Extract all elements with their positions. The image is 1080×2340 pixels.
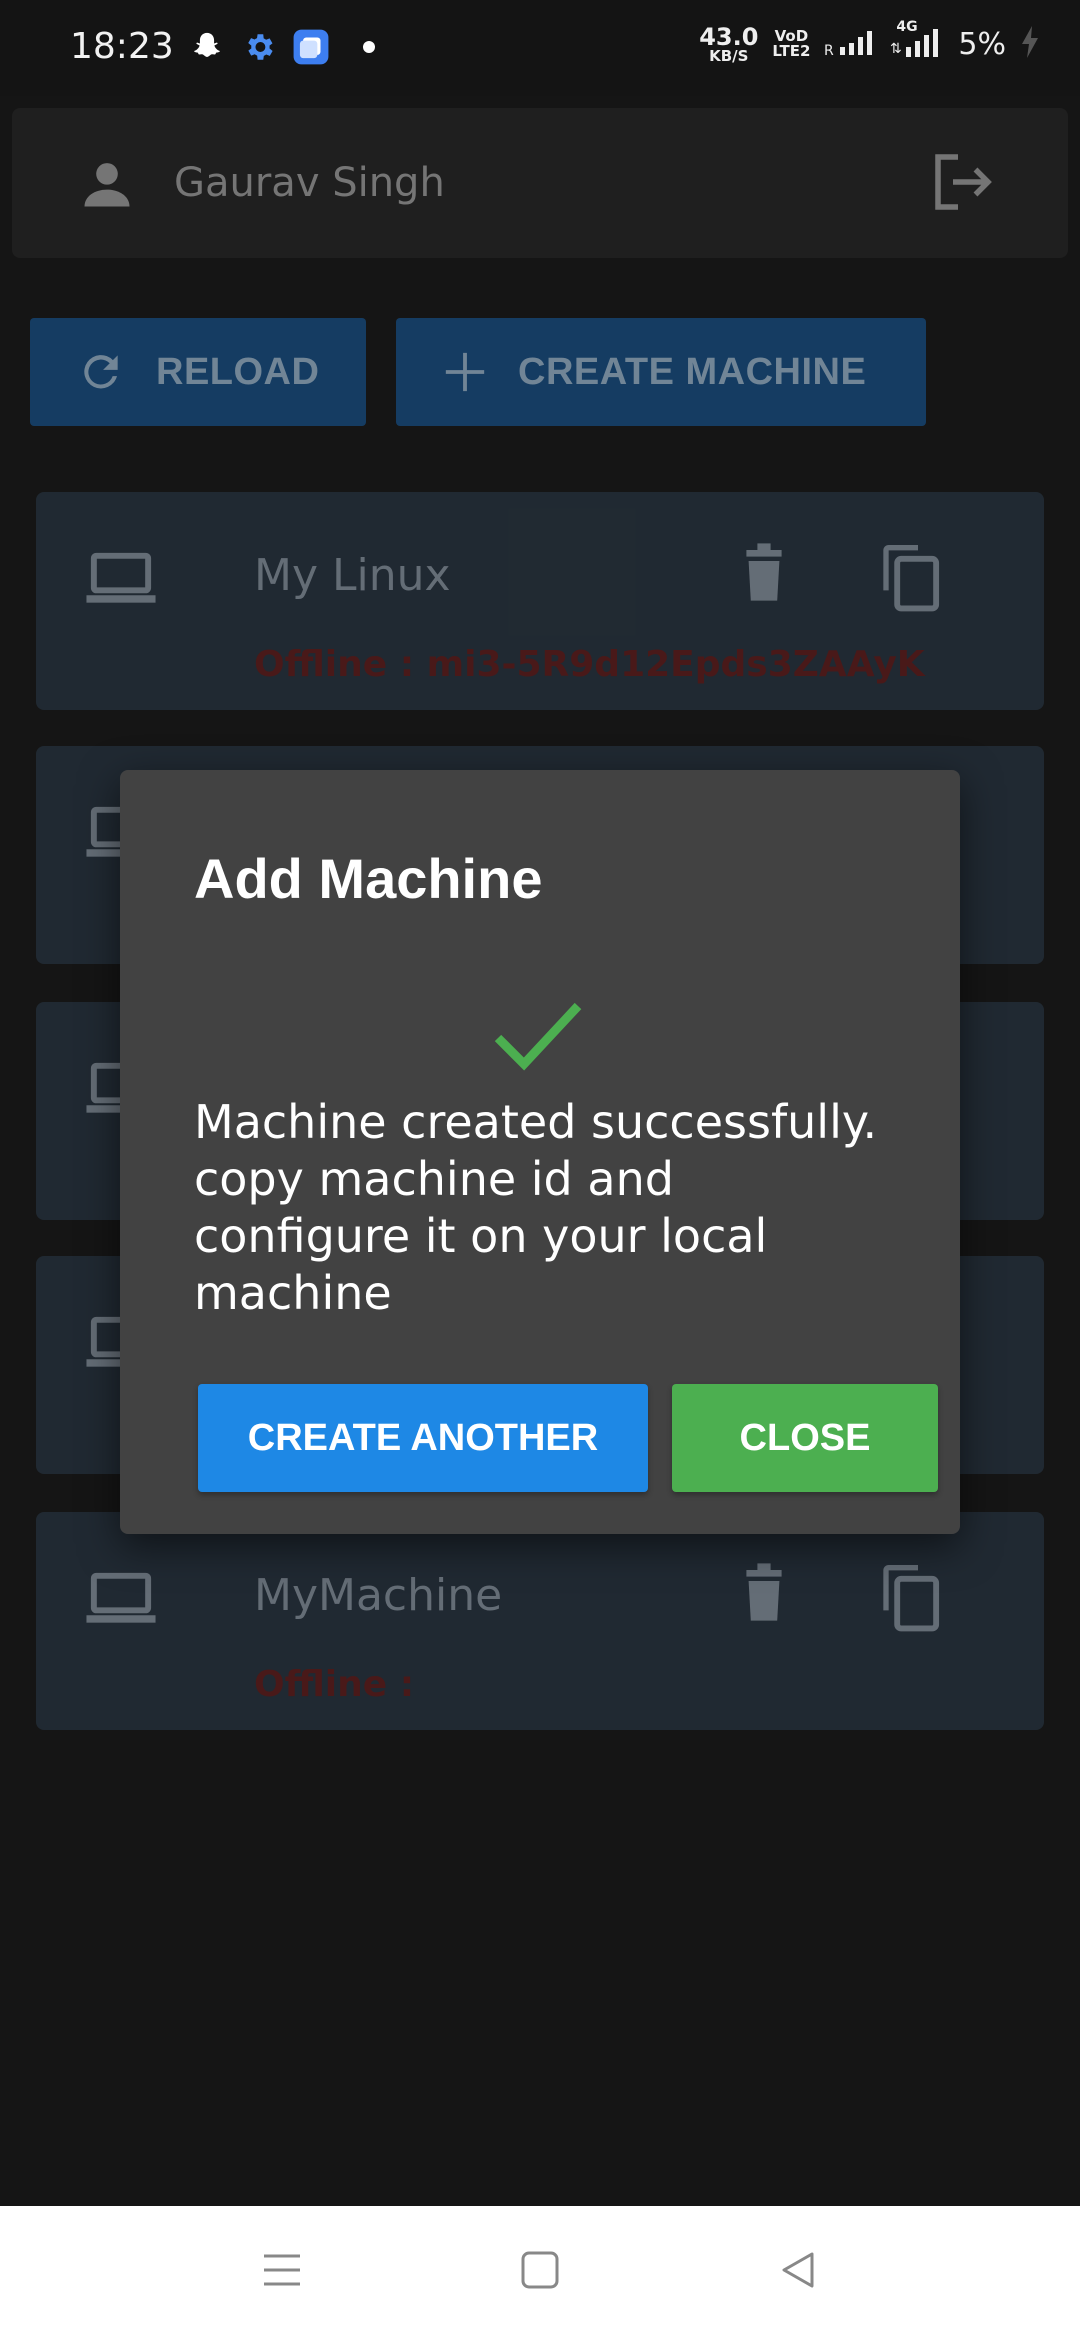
network-speed: 43.0 KB/S (699, 22, 759, 65)
svg-text:⇅: ⇅ (890, 41, 902, 57)
battery-level: 5% (958, 26, 1006, 62)
status-right-group: 43.0 KB/S VoD LTE2 R 4G ⇅ 5% (699, 19, 1040, 65)
add-machine-dialog: Add Machine Machine created successfully… (120, 770, 960, 1534)
battery-charging-icon (1020, 24, 1040, 64)
dialog-title: Add Machine (194, 847, 543, 910)
menu-icon[interactable] (262, 2250, 302, 2295)
system-nav-bar (0, 2206, 1080, 2340)
status-bar: 18:23 43.0 KB/S VoD LTE2 R 4G ⇅ 5% (0, 0, 1080, 96)
snapchat-icon (190, 30, 224, 69)
svg-text:R: R (824, 43, 834, 57)
status-time: 18:23 (70, 26, 174, 67)
settings-gear-icon (242, 30, 276, 69)
app-notification-icon (292, 28, 330, 71)
close-button[interactable]: CLOSE (672, 1384, 938, 1492)
volte-indicator: VoD LTE2 (772, 27, 811, 60)
home-icon[interactable] (520, 2250, 560, 2295)
checkmark-icon (492, 998, 584, 1079)
dialog-message: Machine created successfully. copy machi… (194, 1095, 878, 1320)
signal-sim1-icon: R (824, 27, 876, 61)
create-another-button[interactable]: CREATE ANOTHER (198, 1384, 648, 1492)
signal-sim2-icon: 4G ⇅ (890, 19, 944, 63)
back-icon[interactable] (778, 2250, 818, 2295)
notification-dot-icon (362, 40, 376, 59)
